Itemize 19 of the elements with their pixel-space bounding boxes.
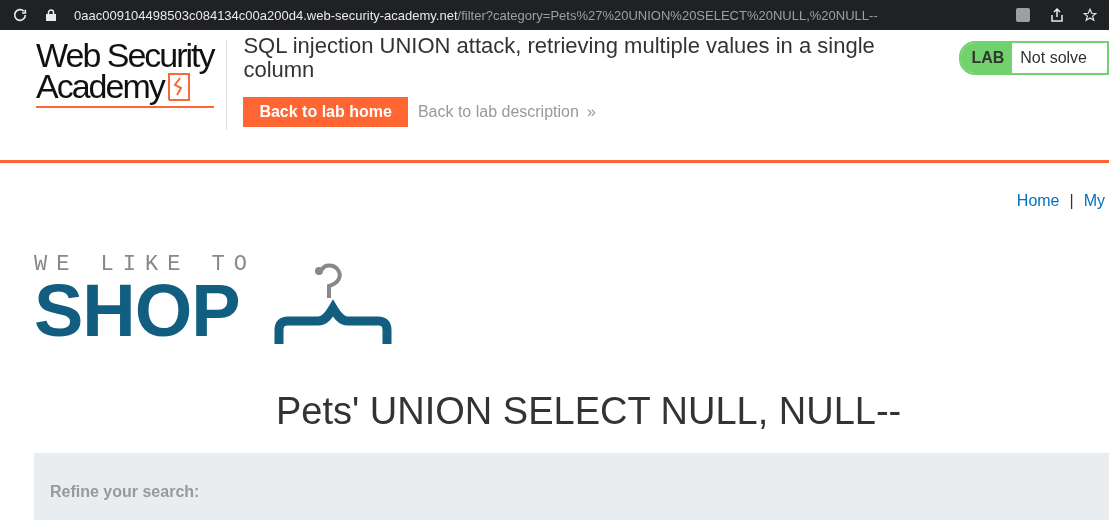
nav-link[interactable]: Home — [1016, 192, 1060, 210]
shop-wordmark: SHOP — [34, 276, 240, 346]
refine-search-label: Refine your search: — [50, 483, 200, 500]
share-icon[interactable] — [1049, 7, 1065, 23]
star-icon[interactable] — [1083, 8, 1097, 22]
nav-separator: | — [1069, 192, 1074, 210]
lab-label: LAB — [961, 43, 1013, 73]
reload-icon[interactable] — [12, 7, 28, 23]
logo-mark-icon — [167, 72, 190, 101]
category-heading: Pets' UNION SELECT NULL, NULL-- — [276, 390, 903, 433]
shop-tagline: WE LIKE TO — [34, 254, 257, 276]
back-to-lab-description-link[interactable]: Back to lab description » — [417, 103, 596, 121]
lab-title: SQL injection UNION attack, retrieving multiple values in a single column — [243, 34, 876, 82]
url-text: 0aac009104498503c084134c00a200d4.web-security-academy.net/filter?category=Pets%27%20UNION%20SELECT%20NULL,%20NULL-- — [74, 7, 879, 23]
lock-icon — [46, 9, 56, 21]
status-text: Not solve — [1019, 48, 1088, 68]
back-to-lab-home-button[interactable]: Back to lab home — [243, 97, 408, 127]
nav-link[interactable]: My — [1083, 192, 1105, 210]
academy-logo: Web Security Academy — [36, 40, 214, 108]
